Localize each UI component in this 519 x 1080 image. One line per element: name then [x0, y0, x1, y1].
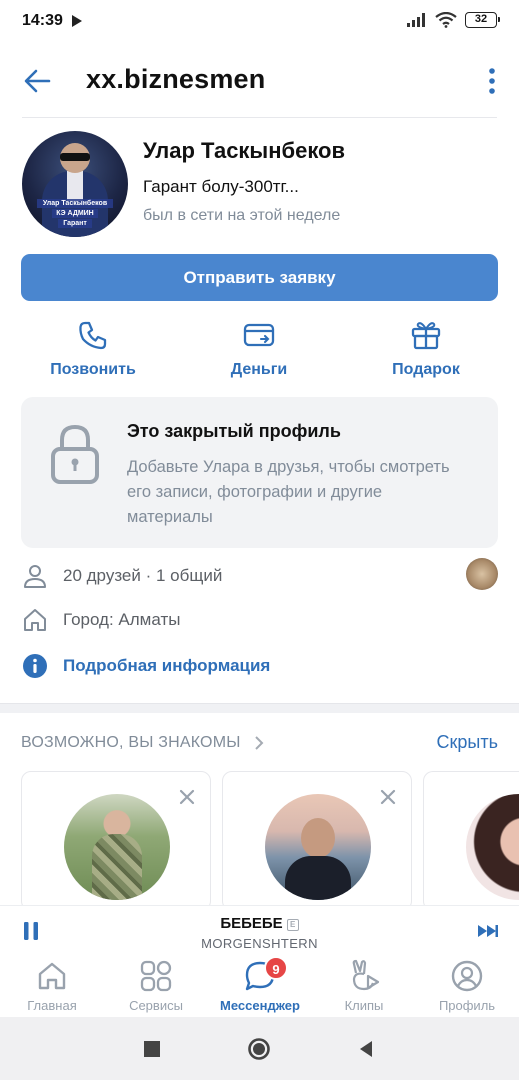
- avatar[interactable]: Улар Таскынбеков КЭ АДМИН Гарант: [22, 131, 128, 237]
- home-icon: [38, 962, 66, 990]
- avatar-caption: Улар Таскынбеков: [37, 199, 113, 208]
- avatar-figure-glasses: [60, 153, 90, 161]
- unread-badge: 9: [264, 956, 288, 980]
- call-action[interactable]: Позвонить: [28, 318, 158, 379]
- track-title: БЕБЕБЕ: [220, 915, 283, 932]
- money-action[interactable]: Деньги: [194, 318, 324, 379]
- details-link[interactable]: Подробная информация: [63, 656, 270, 676]
- battery-icon: 32: [465, 12, 500, 28]
- tab-services-label: Сервисы: [129, 998, 183, 1013]
- profile-name: Улар Таскынбеков: [143, 138, 346, 163]
- money-label: Деньги: [230, 361, 288, 378]
- track-title-line: БЕБЕБЕ E: [0, 915, 519, 932]
- gift-label: Подарок: [392, 361, 460, 378]
- section-separator: [0, 703, 519, 713]
- call-label: Позвонить: [50, 361, 136, 378]
- tab-home-label: Главная: [27, 998, 77, 1013]
- info-icon: [23, 654, 47, 678]
- suggestions-title[interactable]: ВОЗМОЖНО, ВЫ ЗНАКОМЫ: [21, 734, 241, 752]
- friends-row[interactable]: 20 друзей · 1 общий: [22, 558, 498, 591]
- suggestion-avatar-figure: [92, 834, 142, 900]
- mini-player[interactable]: БЕБЕБЕ E MORGENSHTERN: [0, 905, 519, 955]
- gift-icon: [411, 322, 441, 350]
- track-artist: MORGENSHTERN: [201, 936, 318, 951]
- tab-profile[interactable]: Профиль: [415, 959, 519, 1013]
- hide-suggestions-link[interactable]: Скрыть: [437, 732, 498, 753]
- suggestion-card[interactable]: [222, 771, 412, 911]
- details-row[interactable]: Подробная информация: [22, 651, 498, 681]
- suggestion-avatar[interactable]: [265, 794, 371, 900]
- suggestion-card[interactable]: [21, 771, 211, 911]
- tab-clips[interactable]: Клипы: [312, 959, 416, 1013]
- bottom-tab-bar: Главная Сервисы Мессенджер 9 Клипы Профи…: [0, 955, 519, 1017]
- divider: [22, 117, 497, 118]
- suggestion-card[interactable]: [423, 771, 519, 911]
- phone-icon: [79, 321, 107, 350]
- last-seen-text: был в сети на этой неделе: [143, 207, 341, 224]
- close-icon[interactable]: [178, 788, 196, 806]
- back-arrow-icon[interactable]: [22, 66, 52, 96]
- suggestion-avatar[interactable]: [466, 794, 519, 900]
- tab-services[interactable]: Сервисы: [104, 959, 208, 1013]
- status-bar: 14:39 32: [0, 0, 519, 44]
- home-outline-icon: [24, 609, 46, 631]
- top-app-bar: xx.biznesmen: [0, 50, 519, 112]
- back-button-icon[interactable]: [354, 1037, 378, 1061]
- friends-count: 20 друзей · 1 общий: [63, 566, 223, 585]
- money-card-icon: [243, 323, 275, 347]
- media-playing-icon: [72, 15, 82, 27]
- lock-icon: [51, 424, 99, 484]
- city-text: Город: Алматы: [63, 610, 181, 629]
- profile-status[interactable]: Гарант болу-300тг...: [143, 177, 299, 197]
- tab-messenger[interactable]: Мессенджер: [208, 959, 312, 1013]
- tab-messenger-label: Мессенджер: [220, 998, 300, 1013]
- wifi-icon: [435, 12, 457, 28]
- explicit-badge: E: [286, 919, 299, 931]
- send-friend-request-button[interactable]: Отправить заявку: [21, 254, 498, 301]
- page-title: xx.biznesmen: [86, 64, 266, 94]
- closed-profile-text: Добавьте Улара в друзья, чтобы смотреть …: [127, 458, 450, 526]
- signal-icon: [407, 13, 425, 27]
- mutual-friend-avatar[interactable]: [466, 558, 498, 590]
- clips-icon: [352, 959, 380, 991]
- user-icon: [24, 565, 46, 588]
- profile-icon: [451, 960, 483, 992]
- system-nav-bar: [0, 1017, 519, 1080]
- city-row: Город: Алматы: [22, 605, 498, 635]
- close-icon[interactable]: [379, 788, 397, 806]
- tab-profile-label: Профиль: [438, 998, 496, 1013]
- suggestion-avatar-body: [285, 856, 351, 900]
- home-button-icon[interactable]: [247, 1037, 271, 1061]
- recent-apps-icon[interactable]: [140, 1037, 164, 1061]
- services-icon: [140, 960, 172, 992]
- avatar-caption: КЭ АДМИН: [52, 209, 98, 218]
- status-icons: 32: [407, 12, 500, 28]
- next-track-icon[interactable]: [477, 923, 499, 939]
- closed-profile-title: Это закрытый профиль: [127, 421, 341, 441]
- tab-clips-label: Клипы: [344, 998, 384, 1013]
- avatar-figure-shirt: [67, 171, 83, 201]
- tab-home[interactable]: Главная: [0, 959, 104, 1013]
- avatar-caption: Гарант: [58, 219, 92, 228]
- status-time: 14:39: [22, 12, 63, 29]
- chevron-right-icon[interactable]: [253, 735, 265, 751]
- suggestion-avatar[interactable]: [64, 794, 170, 900]
- suggestion-avatar-head: [301, 818, 335, 858]
- more-vertical-icon[interactable]: [487, 68, 497, 94]
- closed-profile-card: Это закрытый профиль Добавьте Улара в др…: [21, 397, 498, 548]
- gift-action[interactable]: Подарок: [361, 318, 491, 379]
